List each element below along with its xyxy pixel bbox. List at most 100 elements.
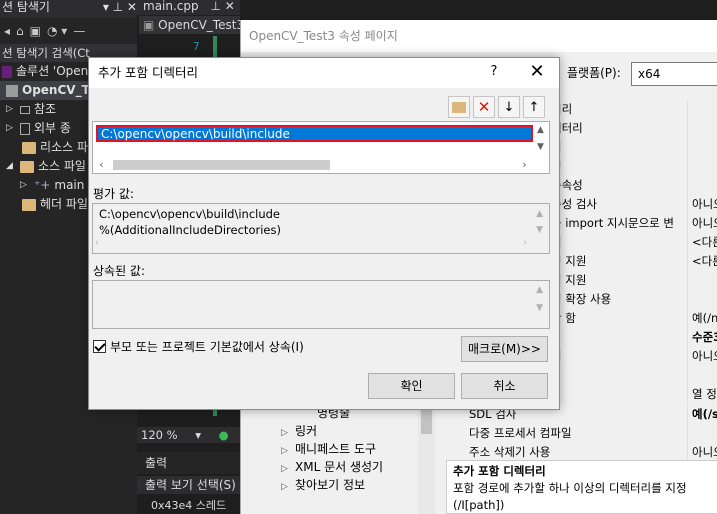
hscroll-thumb[interactable] bbox=[113, 160, 330, 170]
property-row[interactable]: 리 bbox=[551, 138, 717, 157]
solution-explorer-title: 션 탐색기 bbox=[2, 0, 50, 14]
expand-icon[interactable]: ▷ bbox=[6, 100, 20, 119]
description-text: 포함 경로에 추가할 하나 이상의 디렉터리를 지정 bbox=[453, 481, 687, 495]
expand-icon[interactable]: ▷ bbox=[281, 478, 295, 496]
switch-view-icon[interactable]: ▣ bbox=[30, 24, 41, 38]
output-title: 출력 bbox=[137, 452, 240, 474]
property-grid: 러리렉터리리성종속성속성 검사아니오를 import 지시문으로 변아니오식<다… bbox=[551, 100, 717, 404]
zoom-dropdown-icon[interactable]: ▾ bbox=[195, 428, 201, 442]
property-row[interactable]: 러리 bbox=[551, 100, 717, 119]
property-row[interactable]: 식<다른 bbox=[551, 233, 717, 252]
tab-pin-icon[interactable]: ⊥ ✕ bbox=[210, 0, 234, 13]
move-down-button[interactable]: ↓ bbox=[498, 96, 520, 118]
cancel-button[interactable]: 취소 bbox=[461, 373, 548, 399]
property-row[interactable]: 열 정 bbox=[551, 385, 717, 404]
scroll-left-icon[interactable]: ‹ bbox=[95, 235, 99, 251]
scroll-up-icon[interactable]: ▲ bbox=[536, 206, 543, 222]
description-text-2: (/I[path]) bbox=[453, 498, 505, 512]
property-row[interactable]: 성 bbox=[551, 157, 717, 176]
external-icon bbox=[20, 122, 30, 135]
property-name: 종속성 bbox=[551, 178, 583, 192]
tree-node[interactable]: ▷ 매니페스트 도구 bbox=[241, 440, 441, 458]
property-grid-bottom: SDL 검사예(/sd다중 프로세서 컴파일주소 삭제기 사용아니오 bbox=[469, 405, 717, 462]
property-value bbox=[687, 366, 717, 385]
property-row[interactable]: 링 확장 사용 bbox=[551, 290, 717, 309]
property-row[interactable]: 를 import 지시문으로 변 아니오 bbox=[551, 214, 717, 233]
property-row[interactable]: 안 함 예(/n bbox=[551, 309, 717, 328]
property-name: 식 bbox=[551, 233, 687, 252]
macro-button[interactable]: 매크로(M)>> bbox=[461, 336, 548, 362]
property-value: 아니오 bbox=[687, 214, 717, 233]
scroll-up-icon[interactable]: ▲ bbox=[532, 122, 549, 139]
checkbox-checked-icon[interactable] bbox=[93, 340, 106, 353]
close-button[interactable]: ✕ bbox=[525, 61, 549, 82]
property-name: 안 함 bbox=[551, 311, 576, 325]
output-source-select[interactable]: 출력 보기 선택(S) bbox=[137, 476, 240, 494]
references-icon bbox=[20, 105, 30, 114]
property-value: <다른 bbox=[687, 233, 717, 252]
scroll-right-icon[interactable]: › bbox=[516, 156, 533, 173]
scroll-down-icon[interactable]: ▼ bbox=[532, 139, 549, 156]
property-value: 열 정 bbox=[687, 385, 717, 404]
cpp-file-icon: ⁺+ bbox=[34, 178, 51, 192]
move-up-button[interactable]: ↑ bbox=[523, 96, 545, 118]
property-row[interactable]: 속성 검사 아니오 bbox=[551, 195, 717, 214]
property-row[interactable]: 리아니오 bbox=[551, 347, 717, 366]
property-value bbox=[687, 138, 717, 157]
tree-node[interactable]: ▷ 찾아보기 정보 bbox=[241, 476, 441, 494]
property-name bbox=[551, 366, 687, 385]
property-row[interactable]: 링 지원 bbox=[551, 271, 717, 290]
new-folder-icon bbox=[452, 101, 466, 113]
collapse-icon[interactable]: ◢ bbox=[6, 157, 20, 176]
property-row[interactable]: 수준3 bbox=[551, 328, 717, 347]
property-value bbox=[687, 424, 717, 443]
history-icon[interactable]: ◔ ▾ bbox=[47, 24, 67, 38]
folder-icon bbox=[22, 198, 36, 211]
delete-button[interactable]: ✕ bbox=[473, 96, 495, 118]
arrow-up-icon: ↑ bbox=[528, 99, 540, 115]
scroll-left-icon[interactable]: ‹ bbox=[93, 156, 110, 173]
list-hscrollbar[interactable]: ‹ › bbox=[93, 156, 533, 173]
property-value: 아니오 bbox=[687, 347, 717, 366]
dialog-body: ✕ ↓ ↑ C:\opencv\opencv\build\include ▲ ▼… bbox=[89, 88, 559, 409]
property-row[interactable] bbox=[551, 366, 717, 385]
property-value bbox=[687, 176, 717, 195]
property-value: 예(/sd bbox=[687, 405, 717, 424]
new-line-button[interactable] bbox=[448, 96, 470, 118]
help-button[interactable]: ? bbox=[485, 64, 503, 79]
pin-icon[interactable]: ▾ ⊥ ✕ bbox=[103, 0, 137, 18]
property-row[interactable]: 종속성 bbox=[551, 176, 717, 195]
back-icon[interactable]: ◂ bbox=[4, 24, 10, 38]
home-icon[interactable]: ⌂ bbox=[16, 24, 24, 38]
ok-button[interactable]: 확인 bbox=[368, 373, 455, 399]
solution-explorer-toolbar: ◂ ⌂ ▣ ◔ ▾ — bbox=[0, 18, 137, 44]
scroll-right-icon[interactable]: › bbox=[523, 235, 527, 251]
list-vscrollbar[interactable]: ▲ ▼ bbox=[532, 122, 549, 156]
scroll-up-icon[interactable]: ▲ bbox=[536, 285, 543, 295]
zoom-level[interactable]: 120 % ▾ ● bbox=[137, 427, 240, 443]
expand-icon[interactable]: ▷ bbox=[6, 119, 20, 138]
property-name: 링 확장 사용 bbox=[551, 292, 612, 306]
property-name bbox=[551, 385, 687, 404]
scroll-down-icon[interactable]: ▼ bbox=[536, 222, 543, 238]
property-row[interactable]: 렉터리 bbox=[551, 119, 717, 138]
platform-select[interactable]: x64 bbox=[631, 62, 717, 86]
scroll-down-icon[interactable]: ▼ bbox=[536, 303, 543, 313]
tree-node[interactable]: ▷ 링커 bbox=[241, 422, 441, 440]
property-value: 아니오 bbox=[687, 195, 717, 214]
property-row[interactable]: 다중 프로세서 컴파일 bbox=[469, 424, 717, 443]
property-tree: 명령줄 ▷ 링커 ▷ 매니페스트 도구 ▷ XML 문서 생성기 ▷ 찾아보기 정보 bbox=[241, 404, 441, 494]
tab-main-cpp[interactable]: main.cpp ⊥ ✕ bbox=[137, 0, 240, 15]
list-item-selected[interactable]: C:\opencv\opencv\build\include bbox=[96, 125, 533, 142]
property-page-title: OpenCV_Test3 속성 페이지 bbox=[241, 20, 717, 52]
tree-node[interactable]: ▷ XML 문서 생성기 bbox=[241, 458, 441, 476]
editor-project-dropdown[interactable]: ▣ OpenCV_Test3 bbox=[139, 16, 240, 34]
more-icon[interactable]: — bbox=[73, 24, 85, 38]
inherit-checkbox[interactable]: 부모 또는 프로젝트 기본값에서 상속(I) bbox=[93, 338, 304, 355]
property-row[interactable]: 링 지원 <다른 bbox=[551, 252, 717, 271]
evaluated-label: 평가 값: bbox=[93, 187, 134, 201]
expand-icon[interactable]: ▷ bbox=[20, 176, 34, 195]
platform-label: 플랫폼(P): bbox=[567, 66, 621, 80]
arrow-down-icon: ↓ bbox=[503, 99, 515, 115]
include-dirs-list[interactable]: C:\opencv\opencv\build\include ▲ ▼ ‹ › bbox=[92, 121, 550, 174]
